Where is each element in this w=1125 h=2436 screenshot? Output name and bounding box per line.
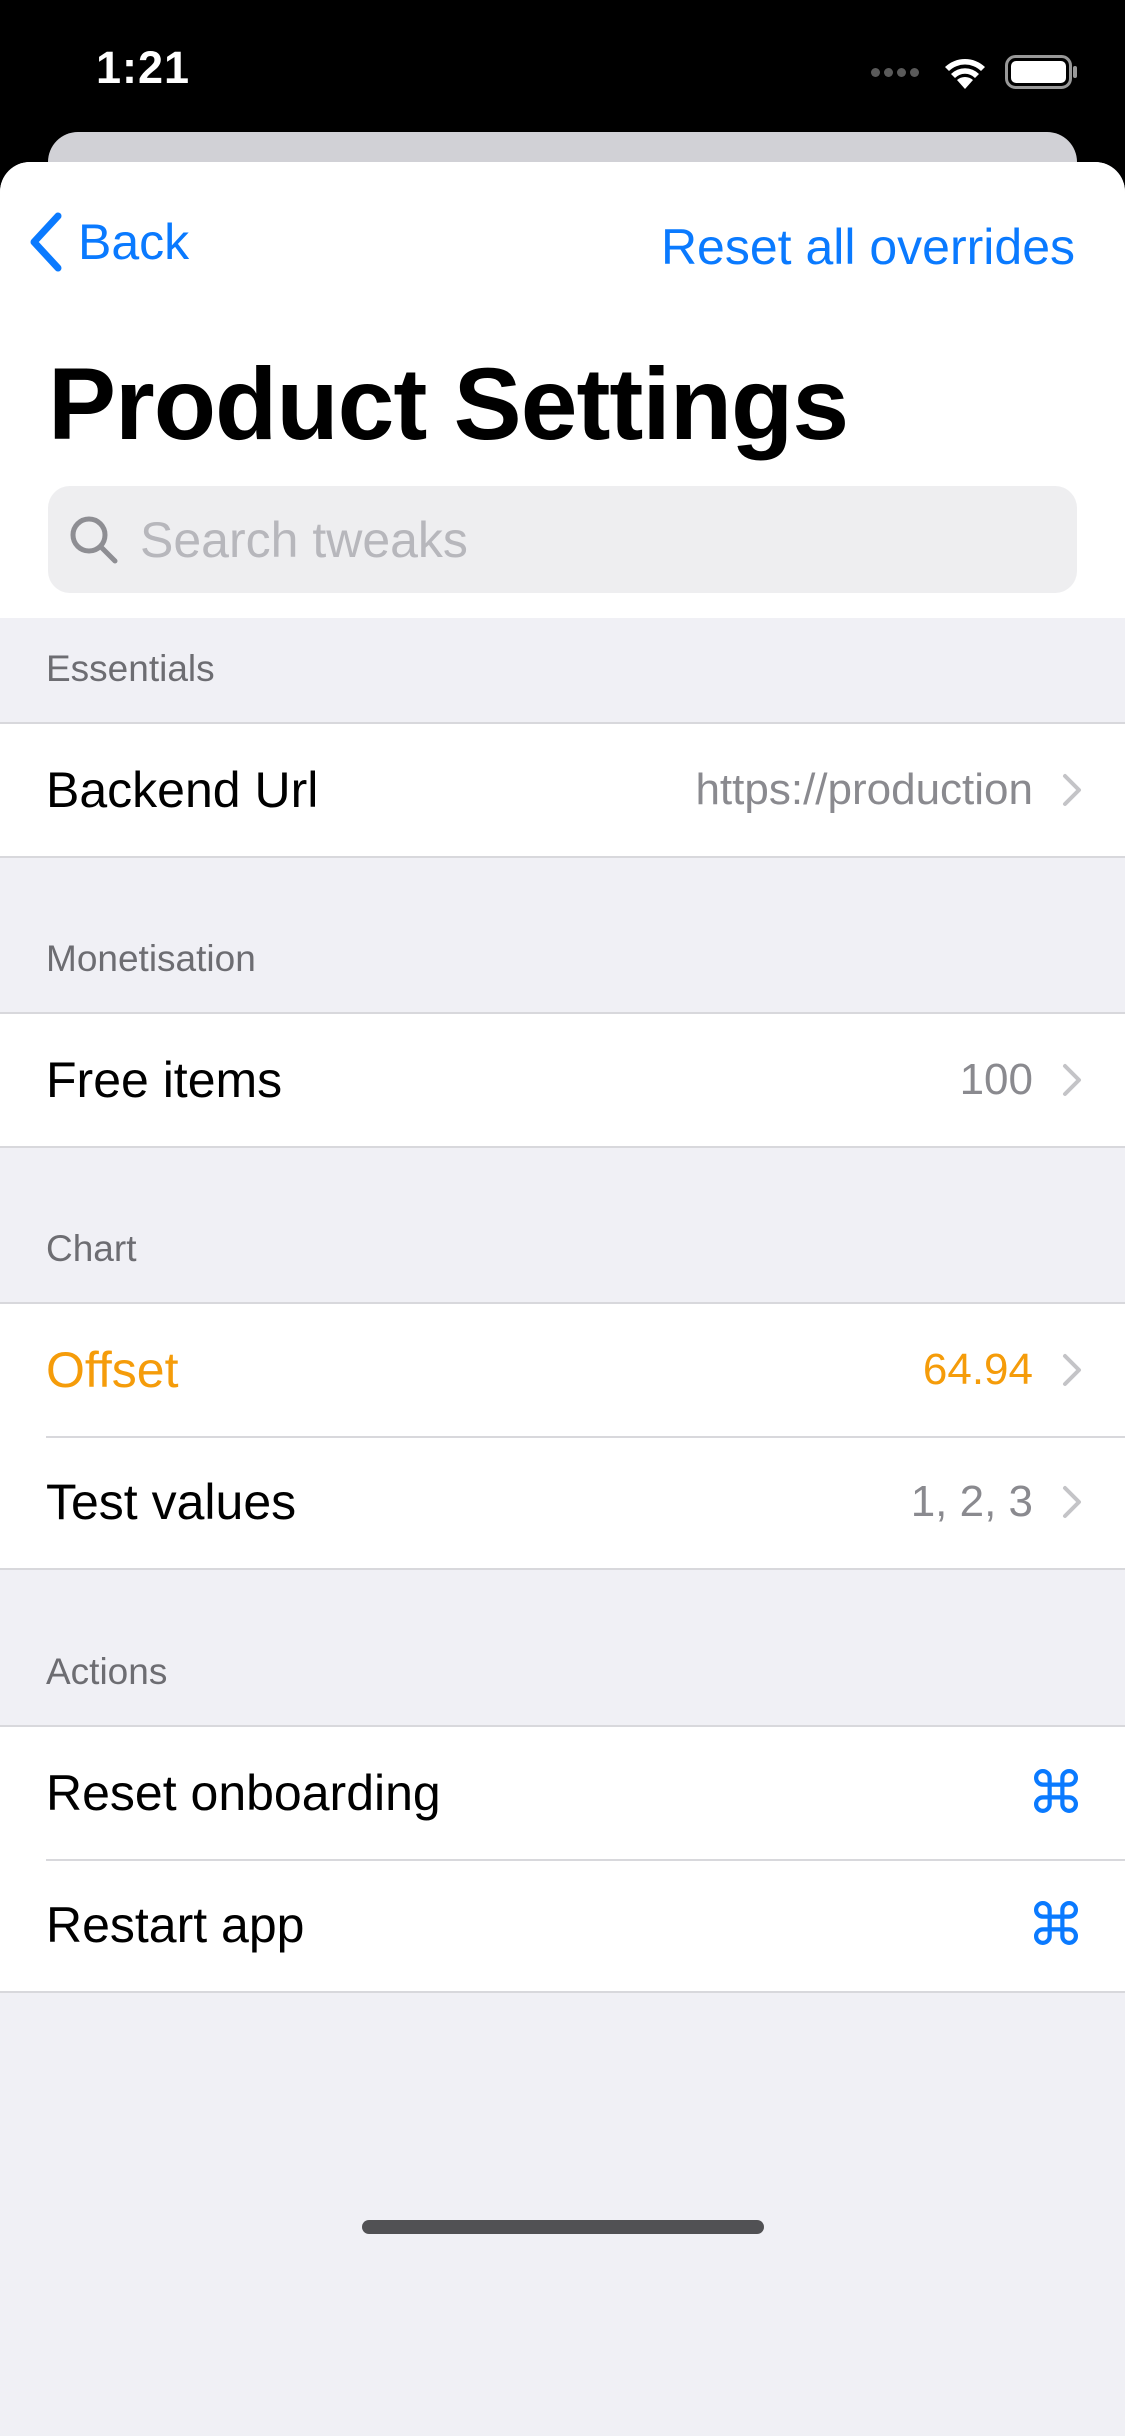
battery-icon	[1005, 55, 1079, 89]
row-label: Offset	[46, 1342, 179, 1398]
row-free-items[interactable]: Free items 100	[0, 1014, 1125, 1146]
section-chart: Offset 64.94 Test values 1, 2, 3	[0, 1302, 1125, 1570]
row-restart-app[interactable]: Restart app ⌘	[0, 1859, 1125, 1991]
settings-sheet: Back Reset all overrides Product Setting…	[0, 162, 1125, 2436]
search-icon	[68, 514, 120, 566]
back-label: Back	[78, 214, 190, 270]
row-value: https://production	[695, 765, 1033, 814]
status-icons	[871, 50, 1079, 94]
command-icon: ⌘	[1027, 1759, 1085, 1827]
chevron-right-icon	[1061, 772, 1083, 808]
back-button[interactable]: Back	[26, 210, 189, 274]
section-header-chart: Chart	[46, 1228, 137, 1269]
chevron-right-icon	[1061, 1352, 1083, 1388]
section-essentials: Backend Url https://production	[0, 722, 1125, 858]
row-label: Free items	[46, 1052, 283, 1108]
row-value: 1, 2, 3	[910, 1477, 1033, 1526]
chevron-right-icon	[1061, 1484, 1083, 1520]
wifi-icon	[943, 55, 987, 89]
row-value: 64.94	[922, 1345, 1033, 1394]
row-label: Reset onboarding	[46, 1765, 441, 1821]
section-header-monetisation: Monetisation	[46, 938, 256, 979]
row-offset[interactable]: Offset 64.94	[0, 1304, 1125, 1436]
command-icon: ⌘	[1027, 1891, 1085, 1959]
row-label: Backend Url	[46, 762, 319, 818]
chevron-left-icon	[30, 212, 62, 272]
section-header-essentials: Essentials	[46, 648, 215, 689]
row-label: Test values	[46, 1474, 297, 1530]
status-bar: 1:21	[0, 0, 1125, 140]
section-header-actions: Actions	[46, 1651, 168, 1692]
reset-all-overrides-button[interactable]: Reset all overrides	[661, 218, 1075, 276]
section-actions: Reset onboarding ⌘ Restart app ⌘	[0, 1725, 1125, 1993]
row-test-values[interactable]: Test values 1, 2, 3	[0, 1436, 1125, 1568]
status-time: 1:21	[96, 42, 191, 93]
chevron-right-icon	[1061, 1062, 1083, 1098]
section-monetisation: Free items 100	[0, 1012, 1125, 1148]
signal-dots-icon	[871, 67, 923, 77]
screen: 1:21 Back Reset all overrides Product Se…	[0, 0, 1125, 2436]
row-value: 100	[959, 1055, 1033, 1104]
sheet-header: Back Reset all overrides Product Setting…	[0, 162, 1125, 618]
row-reset-onboarding[interactable]: Reset onboarding ⌘	[0, 1727, 1125, 1859]
home-indicator	[362, 2220, 764, 2234]
page-title: Product Settings	[48, 347, 849, 461]
row-backend-url[interactable]: Backend Url https://production	[0, 724, 1125, 856]
search-bar[interactable]	[48, 486, 1077, 593]
row-label: Restart app	[46, 1897, 305, 1953]
search-input[interactable]	[140, 510, 1040, 569]
